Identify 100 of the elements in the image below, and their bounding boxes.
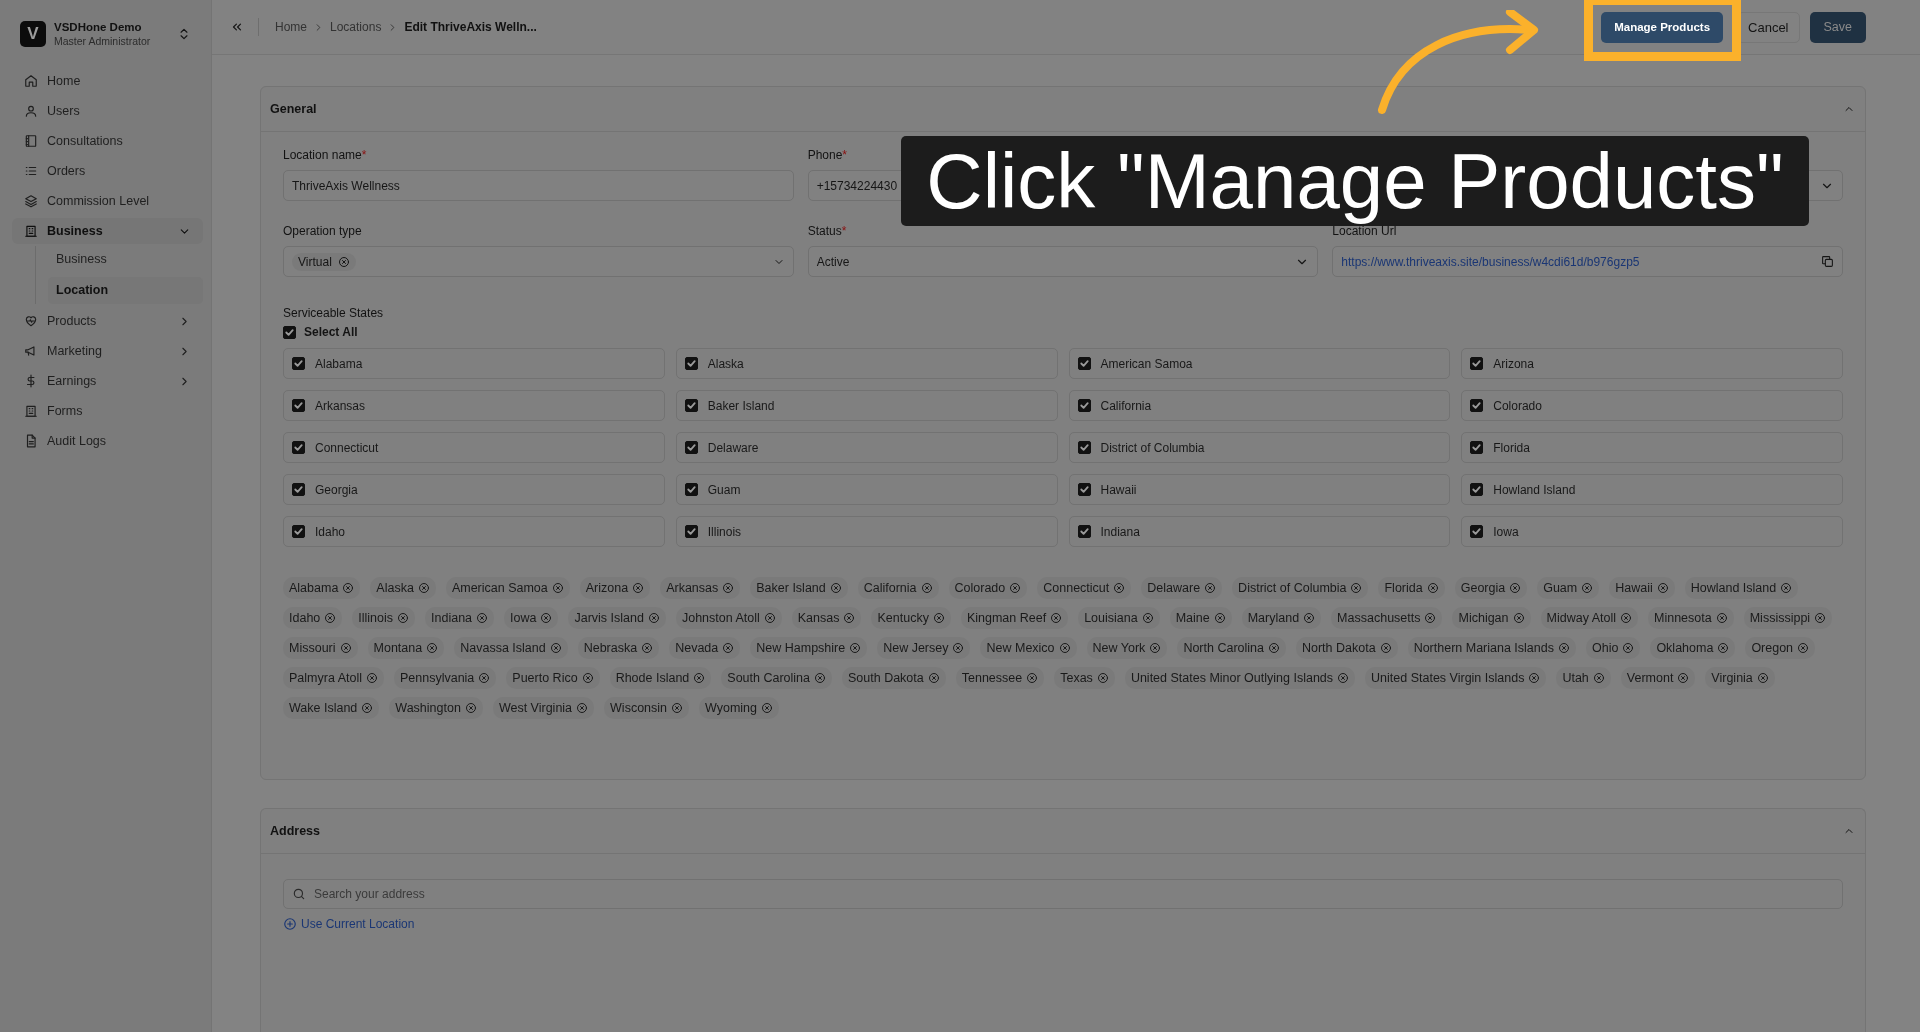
- remove-icon[interactable]: [551, 582, 564, 594]
- checkbox[interactable]: [684, 441, 698, 454]
- collapse-icon[interactable]: [230, 20, 244, 34]
- remove-icon[interactable]: [1113, 582, 1126, 594]
- remove-icon[interactable]: [361, 702, 374, 714]
- state-option[interactable]: District of Columbia: [1068, 432, 1451, 463]
- remove-icon[interactable]: [1528, 672, 1541, 684]
- remove-icon[interactable]: [952, 642, 965, 654]
- remove-icon[interactable]: [722, 642, 735, 654]
- nav-item[interactable]: Forms: [12, 398, 203, 424]
- remove-icon[interactable]: [1303, 612, 1316, 624]
- state-option[interactable]: Connecticut: [283, 432, 665, 463]
- state-option[interactable]: Colorado: [1461, 390, 1843, 421]
- remove-icon[interactable]: [478, 672, 491, 684]
- checkbox[interactable]: [292, 357, 305, 370]
- remove-icon[interactable]: [722, 582, 735, 594]
- state-option[interactable]: Alabama: [283, 348, 665, 379]
- remove-icon[interactable]: [426, 642, 439, 654]
- action-button[interactable]: Manage Products: [1601, 11, 1724, 43]
- remove-icon[interactable]: [324, 612, 337, 624]
- state-option[interactable]: California: [1068, 390, 1451, 421]
- remove-icon[interactable]: [1379, 642, 1392, 654]
- nav-subitem[interactable]: Business: [48, 246, 203, 273]
- checkbox[interactable]: [292, 483, 305, 496]
- remove-icon[interactable]: [1149, 642, 1162, 654]
- remove-icon[interactable]: [641, 642, 654, 654]
- remove-icon[interactable]: [1620, 612, 1632, 624]
- remove-icon[interactable]: [1715, 612, 1728, 624]
- checkbox[interactable]: [292, 441, 305, 454]
- text-field[interactable]: ThriveAxis Wellness: [283, 170, 794, 201]
- url-field[interactable]: https://www.thriveaxis.site/business/w4cdi61d/b976gzp5: [1332, 246, 1843, 277]
- remove-icon[interactable]: [1426, 582, 1439, 594]
- remove-icon[interactable]: [464, 702, 477, 714]
- checkbox[interactable]: [1077, 441, 1091, 454]
- remove-icon[interactable]: [829, 582, 842, 594]
- nav-item[interactable]: Users: [12, 98, 203, 124]
- action-button[interactable]: Save: [1809, 11, 1866, 43]
- state-option[interactable]: Iowa: [1461, 516, 1843, 547]
- remove-icon[interactable]: [1814, 612, 1827, 624]
- remove-icon[interactable]: [365, 672, 378, 684]
- remove-icon[interactable]: [927, 672, 940, 684]
- checkbox[interactable]: [1470, 525, 1484, 538]
- remove-icon[interactable]: [920, 582, 933, 594]
- remove-icon[interactable]: [1026, 672, 1039, 684]
- remove-icon[interactable]: [1677, 672, 1690, 684]
- remove-icon[interactable]: [1512, 612, 1525, 624]
- state-option[interactable]: Alaska: [675, 348, 1058, 379]
- remove-icon[interactable]: [1009, 582, 1022, 594]
- remove-icon[interactable]: [761, 702, 773, 714]
- checkbox[interactable]: [684, 525, 698, 538]
- checkbox[interactable]: [1470, 441, 1484, 454]
- breadcrumb-link[interactable]: Home: [275, 20, 307, 34]
- nav-item[interactable]: Consultations: [12, 128, 203, 154]
- remove-icon[interactable]: [549, 642, 562, 654]
- remove-icon[interactable]: [1058, 642, 1071, 654]
- remove-icon[interactable]: [540, 612, 553, 624]
- copy-icon[interactable]: [1821, 255, 1834, 268]
- checkbox[interactable]: [292, 399, 305, 412]
- state-option[interactable]: Georgia: [283, 474, 665, 505]
- remove-icon[interactable]: [763, 612, 776, 624]
- checkbox[interactable]: [684, 399, 698, 412]
- state-option[interactable]: Delaware: [675, 432, 1058, 463]
- nav-item[interactable]: Commission Level: [12, 188, 203, 214]
- remove-icon[interactable]: [1337, 672, 1350, 684]
- checkbox[interactable]: [1077, 399, 1091, 412]
- remove-icon[interactable]: [1509, 582, 1522, 594]
- remove-icon[interactable]: [1213, 612, 1226, 624]
- checkbox[interactable]: [292, 525, 305, 538]
- breadcrumb-link[interactable]: Locations: [330, 20, 382, 34]
- state-option[interactable]: Florida: [1461, 432, 1843, 463]
- state-option[interactable]: Howland Island: [1461, 474, 1843, 505]
- nav-subitem[interactable]: Location: [48, 277, 203, 304]
- checkbox[interactable]: [684, 483, 698, 496]
- state-option[interactable]: Illinois: [675, 516, 1058, 547]
- multi-select-field[interactable]: Virtual: [283, 246, 794, 277]
- checkbox[interactable]: [1077, 483, 1091, 496]
- remove-icon[interactable]: [849, 642, 862, 654]
- state-option[interactable]: Hawaii: [1068, 474, 1451, 505]
- remove-icon[interactable]: [576, 702, 589, 714]
- checkbox[interactable]: [283, 325, 296, 339]
- nav-item[interactable]: Audit Logs: [12, 428, 203, 454]
- remove-icon[interactable]: [843, 612, 856, 624]
- remove-icon[interactable]: [339, 642, 352, 654]
- checkbox[interactable]: [1077, 525, 1091, 538]
- state-option[interactable]: Guam: [675, 474, 1058, 505]
- checkbox[interactable]: [1077, 357, 1091, 370]
- nav-item[interactable]: Business: [12, 218, 203, 244]
- remove-icon[interactable]: [342, 582, 355, 594]
- remove-icon[interactable]: [693, 672, 706, 684]
- checkbox[interactable]: [1470, 483, 1484, 496]
- remove-icon[interactable]: [397, 612, 410, 624]
- state-option[interactable]: American Samoa: [1068, 348, 1451, 379]
- remove-icon[interactable]: [1592, 672, 1605, 684]
- remove-icon[interactable]: [814, 672, 826, 684]
- state-option[interactable]: Arkansas: [283, 390, 665, 421]
- remove-icon[interactable]: [1141, 612, 1154, 624]
- use-location-link[interactable]: Use Current Location: [283, 917, 415, 931]
- remove-icon[interactable]: [932, 612, 945, 624]
- remove-icon[interactable]: [671, 702, 684, 714]
- remove-icon[interactable]: [1780, 582, 1793, 594]
